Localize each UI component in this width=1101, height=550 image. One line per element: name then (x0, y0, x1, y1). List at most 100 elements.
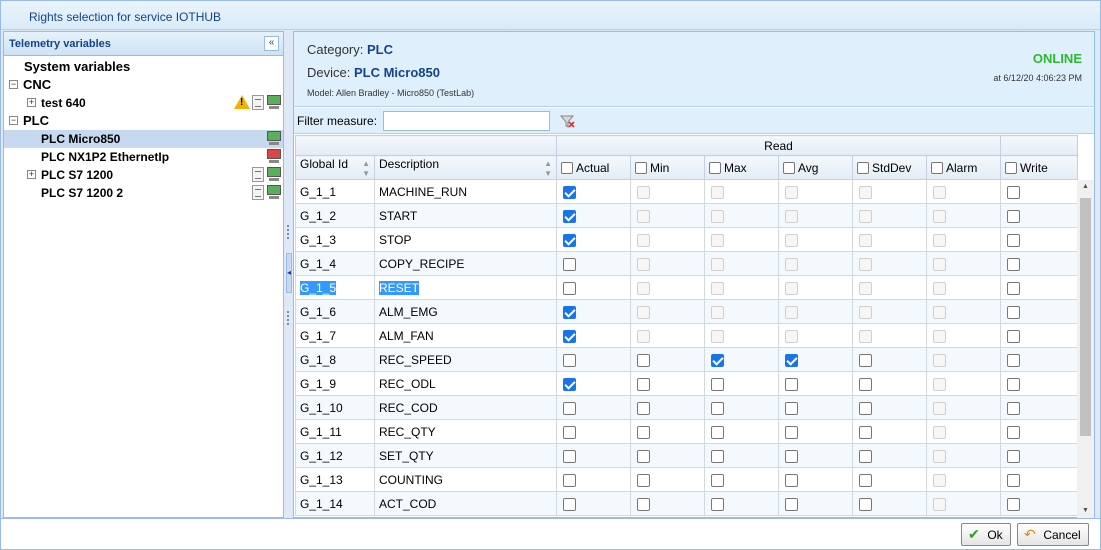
min-checkbox[interactable] (637, 353, 650, 367)
column-header-global-id[interactable]: Global Id ▲ ▼ (295, 155, 375, 180)
max-checkbox[interactable] (711, 449, 724, 463)
actual-checkbox[interactable] (563, 305, 576, 319)
select-all-write-checkbox[interactable] (1005, 161, 1017, 174)
avg-checkbox[interactable] (785, 377, 798, 391)
column-header-actual[interactable]: Actual (556, 155, 631, 180)
actual-checkbox[interactable] (563, 257, 576, 271)
actual-checkbox[interactable] (563, 449, 576, 463)
min-checkbox[interactable] (637, 377, 650, 391)
tree-item-test-640[interactable]: + test 640 (4, 94, 283, 112)
actual-checkbox[interactable] (563, 329, 576, 343)
tree-item-plc-micro850[interactable]: PLC Micro850 (4, 130, 283, 148)
double-chevron-left-icon[interactable]: « (264, 36, 279, 51)
stddev-checkbox[interactable] (859, 497, 872, 511)
tree-item-plc-s7-1200-2[interactable]: PLC S7 1200 2 (4, 184, 283, 202)
tree-item-plc-nx1p2[interactable]: PLC NX1P2 EthernetIp (4, 148, 283, 166)
write-checkbox[interactable] (1007, 425, 1020, 439)
min-checkbox[interactable] (637, 425, 650, 439)
collapse-toggle-icon[interactable]: − (9, 116, 18, 125)
vertical-scrollbar[interactable]: ▲ ▼ (1077, 180, 1094, 518)
max-checkbox[interactable] (711, 497, 724, 511)
write-checkbox[interactable] (1007, 401, 1020, 415)
max-checkbox[interactable] (711, 401, 724, 415)
stddev-checkbox[interactable] (859, 425, 872, 439)
write-checkbox[interactable] (1007, 353, 1020, 367)
write-checkbox[interactable] (1007, 233, 1020, 247)
actual-checkbox[interactable] (563, 473, 576, 487)
max-checkbox[interactable] (711, 353, 724, 367)
table-row[interactable]: G_1_4 COPY_RECIPE (295, 251, 1078, 276)
min-checkbox[interactable] (637, 401, 650, 415)
select-all-min-checkbox[interactable] (635, 161, 647, 174)
collapse-toggle-icon[interactable]: − (9, 80, 18, 89)
avg-checkbox[interactable] (785, 425, 798, 439)
write-checkbox[interactable] (1007, 281, 1020, 295)
column-header-stddev[interactable]: StdDev (852, 155, 927, 180)
table-row[interactable]: G_1_9 REC_ODL (295, 371, 1078, 396)
avg-checkbox[interactable] (785, 401, 798, 415)
actual-checkbox[interactable] (563, 353, 576, 367)
table-row[interactable]: G_1_6 ALM_EMG (295, 299, 1078, 324)
select-all-avg-checkbox[interactable] (783, 161, 795, 174)
clear-filter-icon[interactable] (559, 113, 575, 129)
actual-checkbox[interactable] (563, 377, 576, 391)
write-checkbox[interactable] (1007, 377, 1020, 391)
tree-item-system-variables[interactable]: System variables (4, 58, 283, 76)
table-row[interactable]: G_1_12 SET_QTY (295, 443, 1078, 468)
table-row[interactable]: G_1_13 COUNTING (295, 467, 1078, 492)
column-header-alarm[interactable]: Alarm (926, 155, 1001, 180)
write-checkbox[interactable] (1007, 185, 1020, 199)
panel-splitter[interactable]: ◂ (284, 31, 293, 518)
table-row[interactable]: G_1_5 RESET (295, 275, 1078, 300)
actual-checkbox[interactable] (563, 209, 576, 223)
scroll-down-icon[interactable]: ▼ (1077, 504, 1094, 518)
select-all-alarm-checkbox[interactable] (931, 161, 943, 174)
write-checkbox[interactable] (1007, 329, 1020, 343)
ok-button[interactable]: ✔ Ok (961, 523, 1011, 546)
tree-item-cnc[interactable]: − CNC (4, 76, 283, 94)
table-row[interactable]: G_1_14 ACT_COD (295, 491, 1078, 516)
table-row[interactable]: G_1_2 START (295, 203, 1078, 228)
write-checkbox[interactable] (1007, 497, 1020, 511)
select-all-actual-checkbox[interactable] (561, 161, 573, 174)
table-row[interactable]: G_1_7 ALM_FAN (295, 323, 1078, 348)
write-checkbox[interactable] (1007, 305, 1020, 319)
stddev-checkbox[interactable] (859, 377, 872, 391)
min-checkbox[interactable] (637, 497, 650, 511)
column-header-write[interactable]: Write (1000, 155, 1078, 180)
write-checkbox[interactable] (1007, 257, 1020, 271)
select-all-stddev-checkbox[interactable] (857, 161, 869, 174)
avg-checkbox[interactable] (785, 497, 798, 511)
table-row[interactable]: G_1_11 REC_QTY (295, 419, 1078, 444)
max-checkbox[interactable] (711, 377, 724, 391)
scroll-up-icon[interactable]: ▲ (1077, 180, 1094, 194)
filter-measure-input[interactable] (383, 111, 550, 131)
avg-checkbox[interactable] (785, 473, 798, 487)
tree-item-plc[interactable]: − PLC (4, 112, 283, 130)
actual-checkbox[interactable] (563, 497, 576, 511)
avg-checkbox[interactable] (785, 449, 798, 463)
write-checkbox[interactable] (1007, 473, 1020, 487)
cancel-button[interactable]: ↶ Cancel (1017, 523, 1089, 546)
column-header-min[interactable]: Min (630, 155, 705, 180)
min-checkbox[interactable] (637, 473, 650, 487)
stddev-checkbox[interactable] (859, 449, 872, 463)
max-checkbox[interactable] (711, 473, 724, 487)
scrollbar-thumb[interactable] (1080, 198, 1091, 436)
table-row[interactable]: G_1_8 REC_SPEED (295, 347, 1078, 372)
expand-toggle-icon[interactable]: + (27, 98, 36, 107)
column-header-max[interactable]: Max (704, 155, 779, 180)
actual-checkbox[interactable] (563, 401, 576, 415)
max-checkbox[interactable] (711, 425, 724, 439)
expand-toggle-icon[interactable]: + (27, 170, 36, 179)
tree-item-plc-s7-1200[interactable]: + PLC S7 1200 (4, 166, 283, 184)
avg-checkbox[interactable] (785, 353, 798, 367)
stddev-checkbox[interactable] (859, 401, 872, 415)
stddev-checkbox[interactable] (859, 473, 872, 487)
write-checkbox[interactable] (1007, 449, 1020, 463)
min-checkbox[interactable] (637, 449, 650, 463)
stddev-checkbox[interactable] (859, 353, 872, 367)
table-row[interactable]: G_1_10 REC_COD (295, 395, 1078, 420)
column-header-description[interactable]: Description ▲ ▼ (374, 155, 557, 180)
table-row[interactable]: G_1_1 MACHINE_RUN (295, 179, 1078, 204)
